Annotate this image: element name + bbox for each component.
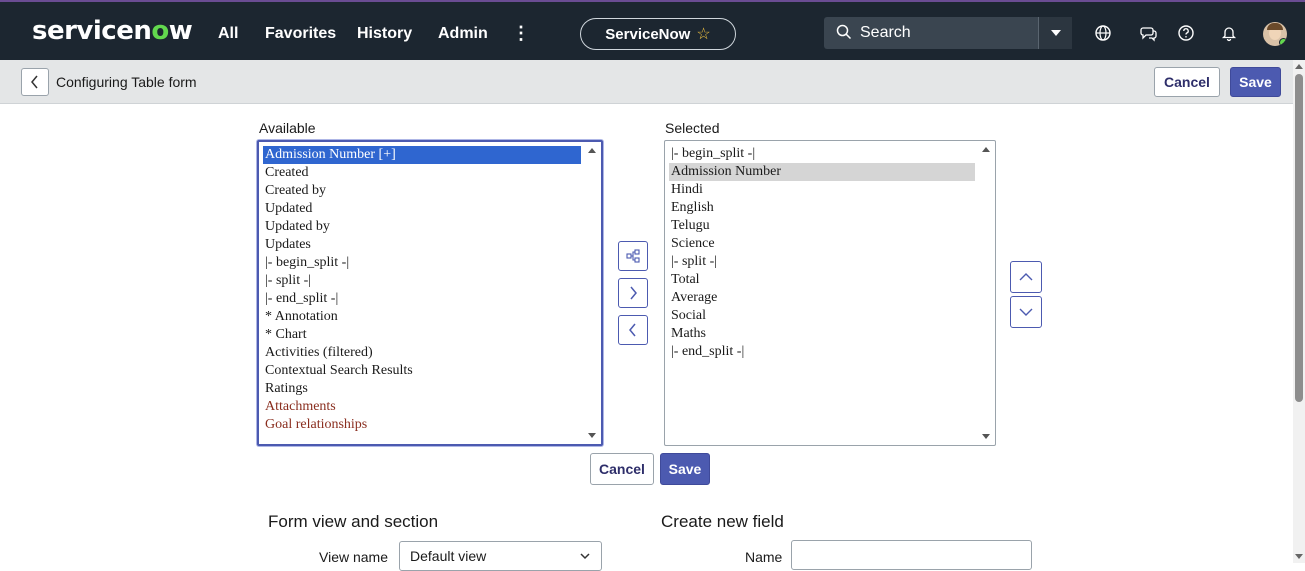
- selected-list-item[interactable]: |- begin_split -|: [669, 145, 975, 163]
- view-name-value: Default view: [410, 548, 487, 564]
- back-button[interactable]: [21, 68, 49, 96]
- slushbucket-save-button[interactable]: Save: [660, 453, 710, 485]
- selected-label: Selected: [665, 120, 720, 136]
- hierarchy-icon: [626, 249, 640, 263]
- notification-bell-icon[interactable]: [1220, 24, 1238, 42]
- available-list-item[interactable]: Created: [263, 164, 581, 182]
- selected-list-item[interactable]: Maths: [669, 325, 975, 343]
- move-down-button[interactable]: [1010, 296, 1042, 328]
- selected-list-item[interactable]: English: [669, 199, 975, 217]
- header-save-button[interactable]: Save: [1230, 67, 1281, 97]
- top-navigation: servicenow All Favorites History Admin ⋮…: [0, 0, 1305, 60]
- global-search[interactable]: Search: [824, 17, 1072, 49]
- available-list-item[interactable]: Created by: [263, 182, 581, 200]
- user-avatar[interactable]: [1263, 22, 1287, 46]
- move-up-button[interactable]: [1010, 261, 1042, 293]
- header-cancel-button[interactable]: Cancel: [1154, 67, 1220, 97]
- available-list-item[interactable]: Updates: [263, 236, 581, 254]
- servicenow-logo[interactable]: servicenow: [32, 16, 193, 46]
- selected-list-scroll-up[interactable]: [982, 147, 990, 152]
- nav-all[interactable]: All: [218, 25, 238, 43]
- instance-pill[interactable]: ServiceNow ☆: [580, 18, 736, 50]
- selected-items: |- begin_split -| Admission Number Hindi En…: [669, 145, 975, 361]
- nav-admin[interactable]: Admin: [438, 25, 488, 43]
- available-list-item[interactable]: Admission Number [+]: [263, 146, 581, 164]
- scroll-up-arrow[interactable]: [1295, 64, 1303, 69]
- slushbucket-cancel-button[interactable]: Cancel: [590, 453, 654, 485]
- remove-from-selected-button[interactable]: [618, 315, 648, 345]
- view-name-select[interactable]: Default view: [399, 541, 602, 571]
- selected-list-item[interactable]: Total: [669, 271, 975, 289]
- available-items: Admission Number [+] Created Created by Upd…: [263, 146, 581, 434]
- chevron-left-icon: [31, 75, 38, 89]
- instance-name: ServiceNow: [605, 25, 691, 43]
- avatar-hair: [1267, 23, 1283, 30]
- available-list-item[interactable]: |- end_split -|: [263, 290, 581, 308]
- selected-list-item[interactable]: Science: [669, 235, 975, 253]
- available-list-item[interactable]: * Annotation: [263, 308, 581, 326]
- scrollbar-thumb[interactable]: [1295, 74, 1303, 402]
- page-scrollbar[interactable]: [1293, 60, 1305, 563]
- selected-list-item[interactable]: Admission Number: [669, 163, 975, 181]
- available-list-item[interactable]: Ratings: [263, 380, 581, 398]
- selected-list[interactable]: |- begin_split -| Admission Number Hindi En…: [664, 140, 996, 446]
- chevron-down-icon: [580, 553, 590, 560]
- create-field-heading: Create new field: [661, 512, 784, 531]
- selected-list-item[interactable]: |- split -|: [669, 253, 975, 271]
- globe-icon[interactable]: [1094, 24, 1112, 42]
- available-list-scroll-down[interactable]: [588, 433, 596, 438]
- chevron-up-icon: [1019, 273, 1033, 281]
- chat-icon[interactable]: [1140, 24, 1158, 42]
- star-icon[interactable]: ☆: [696, 24, 710, 44]
- search-icon: [836, 24, 852, 40]
- logo-text-b: w: [168, 16, 193, 46]
- nav-favorites[interactable]: Favorites: [265, 25, 336, 43]
- form-header: Configuring Table form Cancel Save: [0, 60, 1293, 104]
- available-list-scrollbar[interactable]: [585, 144, 599, 442]
- available-list[interactable]: Admission Number [+] Created Created by Upd…: [257, 140, 603, 446]
- selected-list-scrollbar[interactable]: [979, 143, 993, 443]
- available-list-item[interactable]: Attachments: [263, 398, 581, 416]
- search-scope-dropdown[interactable]: [1038, 17, 1072, 49]
- nav-history[interactable]: History: [357, 25, 412, 43]
- nav-more-icon[interactable]: ⋮: [512, 23, 530, 44]
- selected-list-item[interactable]: Hindi: [669, 181, 975, 199]
- available-label: Available: [259, 120, 316, 136]
- field-name-input[interactable]: [791, 540, 1032, 570]
- chevron-down-icon: [1019, 308, 1033, 316]
- add-to-selected-button[interactable]: [618, 278, 648, 308]
- chevron-left-icon: [629, 323, 636, 337]
- help-icon[interactable]: [1177, 24, 1195, 42]
- available-list-scroll-up[interactable]: [588, 148, 596, 153]
- dependency-tree-button[interactable]: [618, 241, 648, 271]
- available-list-item[interactable]: Updated by: [263, 218, 581, 236]
- available-list-item[interactable]: * Chart: [263, 326, 581, 344]
- available-list-item[interactable]: Contextual Search Results: [263, 362, 581, 380]
- presence-indicator: [1279, 38, 1287, 46]
- page-title: Configuring Table form: [56, 74, 197, 90]
- available-list-item[interactable]: |- begin_split -|: [263, 254, 581, 272]
- selected-list-item[interactable]: |- end_split -|: [669, 343, 975, 361]
- selected-list-item[interactable]: Social: [669, 307, 975, 325]
- selected-list-scroll-down[interactable]: [982, 434, 990, 439]
- available-list-item[interactable]: |- split -|: [263, 272, 581, 290]
- logo-text-a: servicen: [32, 16, 152, 46]
- form-view-heading: Form view and section: [268, 512, 439, 531]
- available-list-item[interactable]: Activities (filtered): [263, 344, 581, 362]
- selected-list-item[interactable]: Average: [669, 289, 975, 307]
- scroll-down-arrow[interactable]: [1295, 554, 1303, 559]
- search-input[interactable]: Search: [860, 24, 911, 42]
- available-list-item[interactable]: Goal relationships: [263, 416, 581, 434]
- chevron-right-icon: [630, 286, 637, 300]
- available-list-item[interactable]: Updated: [263, 200, 581, 218]
- logo-text-o: o: [151, 16, 169, 46]
- selected-list-item[interactable]: Telugu: [669, 217, 975, 235]
